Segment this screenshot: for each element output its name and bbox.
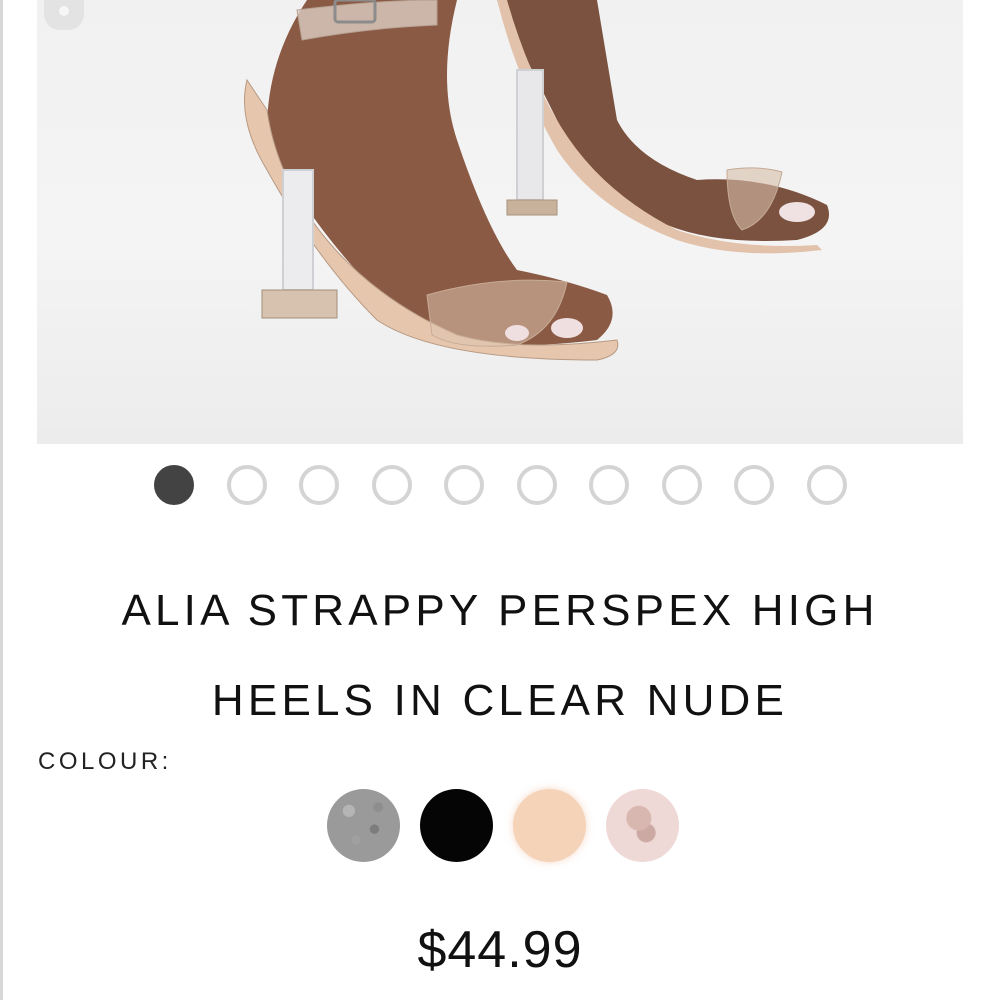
gallery-dot[interactable] [226,465,267,505]
gallery-dot[interactable] [661,465,702,505]
product-page: ALIA STRAPPY PERSPEX HIGH HEELS IN CLEAR… [0,0,1000,1000]
colour-label: COLOUR: [38,748,172,775]
product-title: ALIA STRAPPY PERSPEX HIGH HEELS IN CLEAR… [0,566,1000,746]
swatch-silver-glitter[interactable] [327,789,400,862]
colour-swatches [327,789,679,862]
gallery-dot[interactable] [371,465,412,505]
image-corner-tab [44,0,84,30]
gallery-dot[interactable] [444,465,484,505]
swatch-black[interactable] [420,789,493,862]
product-image[interactable] [37,0,963,444]
gallery-dot[interactable] [806,465,847,505]
swatch-nude[interactable] [513,789,586,862]
gallery-dot[interactable] [734,465,774,505]
product-photo [244,0,829,361]
gallery-pagination [154,465,847,505]
product-title-line2: HEELS IN CLEAR NUDE [211,676,789,725]
left-border [0,0,3,1000]
product-title-line1: ALIA STRAPPY PERSPEX HIGH [121,586,879,635]
gallery-dot[interactable] [299,465,339,505]
product-price: $44.99 [417,921,583,979]
gallery-dot[interactable] [516,465,557,505]
swatch-rose-gold[interactable] [606,789,679,862]
gallery-dot[interactable] [589,465,629,505]
gallery-dot[interactable] [154,465,194,505]
